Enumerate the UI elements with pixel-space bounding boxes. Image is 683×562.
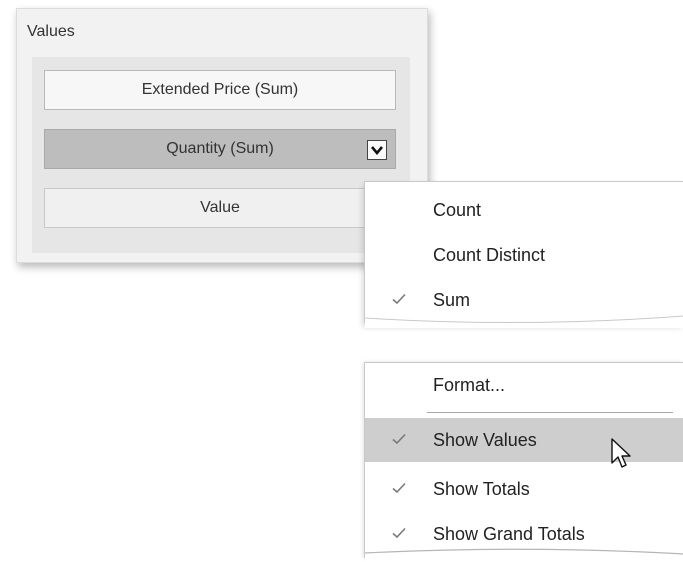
field-options-menu: Format... Show Values Show Totals Show G… (364, 362, 683, 562)
menu-item-label: Format... (433, 374, 506, 395)
chevron-down-icon (371, 146, 383, 155)
menu-item-count-distinct[interactable]: Count Distinct (365, 233, 683, 277)
field-dropdown-button[interactable] (367, 140, 387, 160)
menu-torn-edge (365, 315, 683, 328)
menu-item-label: Sum (433, 289, 471, 310)
check-icon (392, 293, 406, 305)
field-label: Extended Price (Sum) (141, 81, 299, 98)
mouse-pointer-icon (611, 438, 631, 468)
values-panel-title: Values (27, 23, 75, 40)
menu-item-format[interactable]: Format... (365, 363, 683, 407)
check-icon (392, 527, 406, 539)
field-extended-price[interactable]: Extended Price (Sum) (44, 70, 396, 110)
menu-item-label: Show Totals (433, 478, 530, 499)
field-label: Quantity (Sum) (166, 140, 274, 157)
values-drop-area: Extended Price (Sum) Quantity (Sum) Valu… (32, 57, 410, 253)
menu-item-label: Count Distinct (433, 244, 546, 265)
menu-item-show-values[interactable]: Show Values (365, 418, 683, 462)
summary-type-menu: Count Count Distinct Sum (364, 181, 683, 328)
menu-separator (427, 412, 673, 413)
field-label: Value (200, 199, 240, 216)
menu-item-show-totals[interactable]: Show Totals (365, 467, 683, 511)
menu-torn-edge (365, 548, 683, 562)
check-icon (392, 482, 406, 494)
menu-item-label: Show Values (433, 429, 537, 450)
menu-item-label: Count (433, 199, 482, 220)
field-value[interactable]: Value (44, 188, 396, 228)
field-quantity[interactable]: Quantity (Sum) (44, 129, 396, 169)
menu-item-count[interactable]: Count (365, 188, 683, 232)
menu-item-label: Show Grand Totals (433, 523, 585, 544)
check-icon (392, 433, 406, 445)
